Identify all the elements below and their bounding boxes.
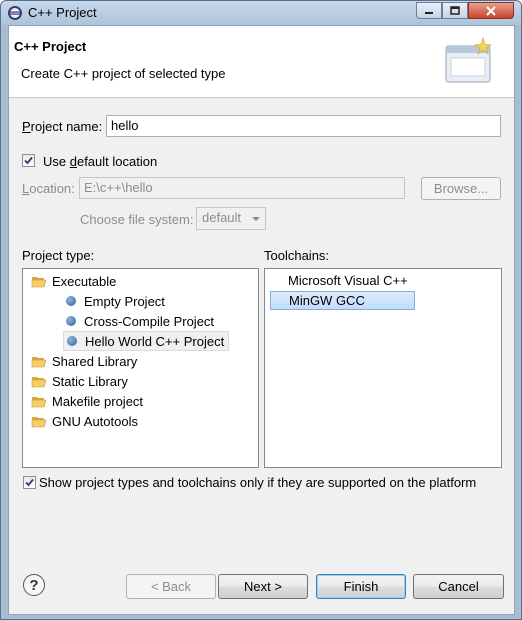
help-button[interactable]: ? [23,574,45,596]
project-type-label: Project type: [22,248,95,263]
dialog-body: C++ Project Create C++ project of select… [8,25,515,615]
toolchains-label: Toolchains: [264,248,330,263]
folder-icon [31,417,47,428]
tree-item-label: Empty Project [84,293,165,309]
close-icon [486,5,496,16]
folder-icon [31,377,47,388]
file-system-select[interactable]: default [196,207,266,230]
file-system-label: Choose file system: [80,212,194,227]
folder-open-icon [31,277,47,288]
tree-item-label: Static Library [52,373,128,389]
tree-item-shared-library[interactable]: Shared Library [31,351,137,371]
tree-item-empty-project[interactable]: Empty Project [63,291,165,311]
title-bar[interactable]: C++ Project [1,1,521,25]
default-location-checkbox[interactable] [22,154,35,167]
location-label: Location: [22,181,75,196]
minimize-button[interactable] [416,2,442,19]
folder-icon [31,357,47,368]
tree-item-cross-compile-project[interactable]: Cross-Compile Project [63,311,214,331]
tree-item-gnu-autotools[interactable]: GNU Autotools [31,411,138,431]
page-description: Create C++ project of selected type [21,66,226,81]
toolchains-list[interactable]: Microsoft Visual C++ MinGW GCC [264,268,502,468]
page-title: C++ Project [14,39,87,54]
eclipse-icon [8,6,22,20]
supported-only-label[interactable]: Show project types and toolchains only i… [39,475,476,490]
toolchain-item-label: Microsoft Visual C++ [288,273,408,288]
checkmark-icon [25,478,34,487]
minimize-icon [425,11,433,14]
toolchain-item-mingw-gcc[interactable]: MinGW GCC [270,291,415,310]
bullet-icon [66,316,76,326]
back-button[interactable]: < Back [126,574,216,599]
cancel-button[interactable]: Cancel [413,574,504,599]
project-type-tree[interactable]: Executable Empty Project Cross-Compile P… [22,268,259,468]
tree-item-label: Hello World C++ Project [85,333,225,349]
supported-only-checkbox[interactable] [23,476,36,489]
tree-item-executable[interactable]: Executable [31,271,116,291]
checkmark-icon [24,156,33,165]
dialog-window: C++ Project C++ Project Create C++ proje… [0,0,522,620]
close-button[interactable] [468,2,514,19]
bullet-icon [66,296,76,306]
tree-item-hello-world-cpp-project[interactable]: Hello World C++ Project [63,331,230,351]
browse-button[interactable]: Browse... [421,177,501,200]
tree-item-label: Executable [52,273,117,289]
toolchain-item-label: MinGW GCC [289,293,365,308]
window-title: C++ Project [28,5,97,20]
folder-icon [31,397,47,408]
file-system-value: default [202,210,242,225]
new-project-wizard-icon [445,37,492,83]
tree-item-makefile-project[interactable]: Makefile project [31,391,143,411]
project-name-label: Project name: [22,119,103,134]
maximize-icon [450,5,460,15]
tree-item-label: GNU Autotools [52,413,138,429]
tree-item-label: Cross-Compile Project [84,313,215,329]
tree-item-label: Makefile project [52,393,144,409]
default-location-label[interactable]: Use default location [43,154,157,169]
tree-item-label: Shared Library [52,353,138,369]
project-name-input[interactable]: hello [106,115,501,137]
chevron-down-icon [252,217,260,221]
toolchain-item-msvc[interactable]: Microsoft Visual C++ [270,271,408,290]
wizard-header: C++ Project Create C++ project of select… [9,26,514,98]
tree-item-static-library[interactable]: Static Library [31,371,128,391]
next-button[interactable]: Next > [218,574,308,599]
location-input[interactable]: E:\c++\hello [79,177,405,199]
maximize-button[interactable] [442,2,468,19]
help-icon: ? [29,576,39,594]
finish-button[interactable]: Finish [316,574,406,599]
bullet-icon [67,336,77,346]
